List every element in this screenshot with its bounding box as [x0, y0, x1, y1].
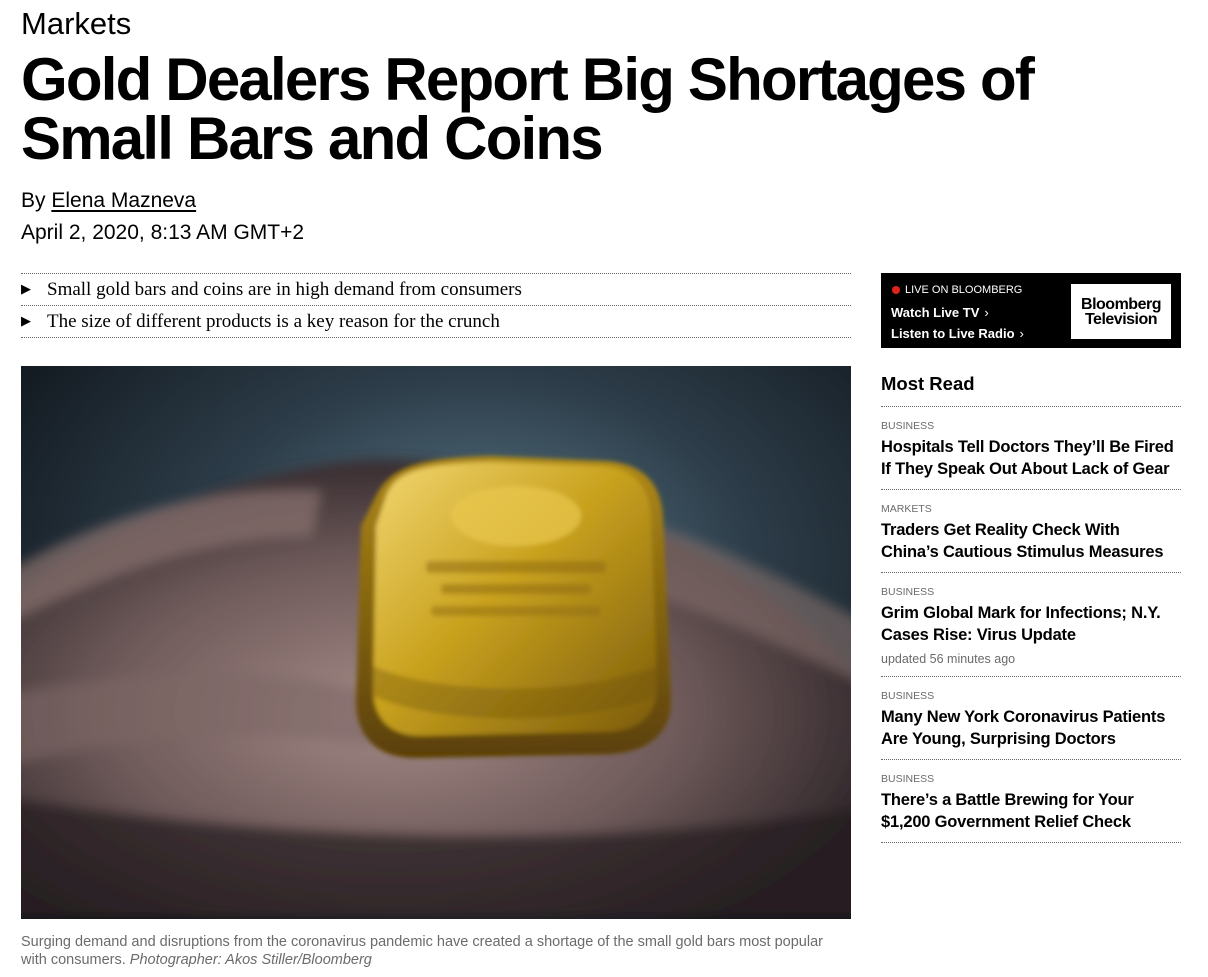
- triangle-bullet-icon: ▶: [21, 282, 31, 297]
- live-tag-label: LIVE ON BLOOMBERG: [905, 284, 1023, 296]
- item-section: BUSINESS: [881, 690, 935, 702]
- hero-image: [21, 366, 851, 919]
- chevron-right-icon: ›: [1019, 326, 1024, 341]
- item-section: BUSINESS: [881, 420, 935, 432]
- byline: By Elena Mazneva: [21, 188, 196, 214]
- chevron-right-icon: ›: [984, 305, 989, 320]
- abstract-text: Small gold bars and coins are in high de…: [47, 278, 522, 300]
- item-updated: updated 56 minutes ago: [881, 652, 1016, 666]
- logo-line-2: Television: [1084, 310, 1158, 328]
- item-section: BUSINESS: [881, 773, 935, 785]
- item-title-link[interactable]: Grim Global Mark for Infections; N.Y. Ca…: [881, 602, 1181, 646]
- abstract-item: ▶ The size of different products is a ke…: [21, 306, 851, 338]
- listen-live-radio-label: Listen to Live Radio: [891, 326, 1015, 341]
- most-read-item[interactable]: BUSINESS Many New York Coronavirus Patie…: [881, 677, 1181, 760]
- most-read-item[interactable]: BUSINESS Hospitals Tell Doctors They’ll …: [881, 407, 1181, 490]
- listen-live-radio-link[interactable]: Listen to Live Radio ›: [891, 326, 1024, 341]
- most-read-title: Most Read: [881, 372, 1181, 407]
- abstract-text: The size of different products is a key …: [47, 310, 500, 332]
- photo-credit: Photographer: Akos Stiller/Bloomberg: [129, 952, 372, 968]
- item-title-link[interactable]: Hospitals Tell Doctors They’ll Be Fired …: [881, 436, 1181, 480]
- logo-line-1: Bloomberg: [1081, 295, 1161, 313]
- item-section: MARKETS: [881, 503, 932, 515]
- byline-prefix: By: [21, 189, 46, 212]
- most-read-panel: Most Read BUSINESS Hospitals Tell Doctor…: [881, 372, 1181, 843]
- headline: Gold Dealers Report Big Shortages of Sma…: [21, 46, 1035, 172]
- section-kicker[interactable]: Markets: [21, 6, 131, 42]
- live-on-bloomberg-promo: LIVE ON BLOOMBERG Watch Live TV › Listen …: [881, 273, 1181, 348]
- item-title-link[interactable]: Traders Get Reality Check With China’s C…: [881, 519, 1181, 563]
- item-title-link[interactable]: There’s a Battle Brewing for Your $1,200…: [881, 789, 1181, 833]
- bloomberg-television-logo[interactable]: Bloomberg Television: [1071, 284, 1171, 339]
- live-dot-icon: [892, 286, 900, 294]
- triangle-bullet-icon: ▶: [21, 314, 31, 329]
- gold-bar-photo: [21, 366, 851, 919]
- author-link[interactable]: Elena Mazneva: [51, 189, 196, 212]
- item-section: BUSINESS: [881, 586, 935, 598]
- watch-live-tv-link[interactable]: Watch Live TV ›: [891, 305, 989, 320]
- most-read-item[interactable]: BUSINESS Grim Global Mark for Infections…: [881, 573, 1181, 677]
- item-title-link[interactable]: Many New York Coronavirus Patients Are Y…: [881, 706, 1181, 750]
- live-tag: LIVE ON BLOOMBERG: [892, 284, 1022, 296]
- most-read-item[interactable]: MARKETS Traders Get Reality Check With C…: [881, 490, 1181, 573]
- article-abstract: ▶ Small gold bars and coins are in high …: [21, 273, 851, 338]
- watch-live-tv-label: Watch Live TV: [891, 305, 980, 320]
- abstract-item: ▶ Small gold bars and coins are in high …: [21, 274, 851, 306]
- image-caption: Surging demand and disruptions from the …: [21, 933, 851, 969]
- publish-date: April 2, 2020, 8:13 AM GMT+2: [21, 221, 305, 244]
- most-read-item[interactable]: BUSINESS There’s a Battle Brewing for Yo…: [881, 760, 1181, 843]
